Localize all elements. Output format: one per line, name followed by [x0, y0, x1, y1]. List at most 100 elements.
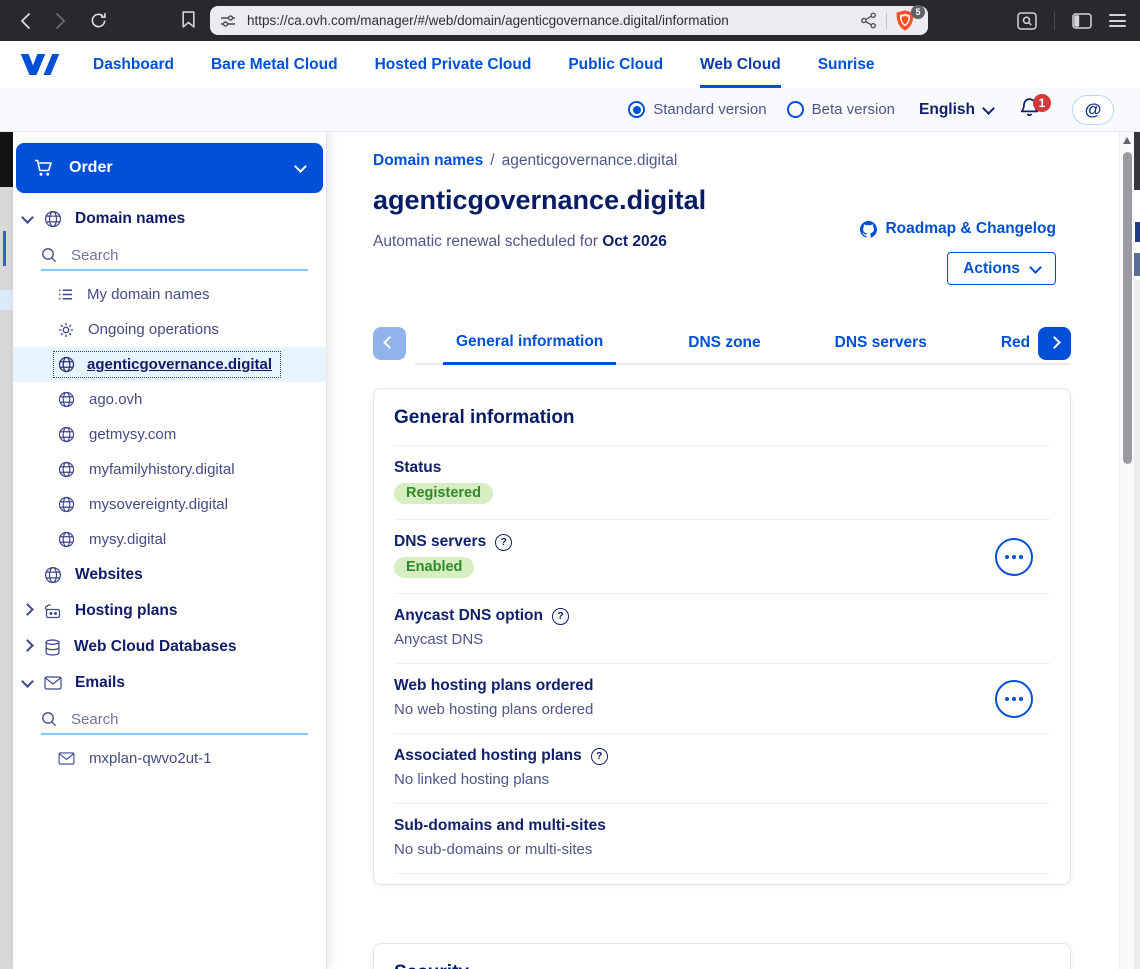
github-icon — [860, 221, 877, 238]
sidebar-item-domain-selected[interactable]: agenticgovernance.digital — [13, 347, 326, 382]
beta-version-radio[interactable]: Beta version — [787, 101, 895, 118]
envelope-icon — [58, 752, 75, 765]
address-bar[interactable]: 5 — [210, 6, 928, 35]
globe-icon — [58, 356, 75, 373]
anycast-value: Anycast DNS — [394, 631, 1050, 648]
main-content: Domain names/agenticgovernance.digital a… — [328, 132, 1120, 969]
tab-general-information[interactable]: General information — [443, 333, 616, 365]
tab-dns-zone[interactable]: DNS zone — [686, 334, 762, 365]
nav-hosted-private-cloud[interactable]: Hosted Private Cloud — [375, 56, 532, 88]
sidebar-item-domain[interactable]: ago.ovh — [13, 382, 326, 417]
scroll-up-arrow-icon[interactable] — [1123, 137, 1131, 144]
status-label: Status — [394, 459, 441, 477]
chevron-down-icon — [21, 675, 34, 688]
chevron-right-icon — [1048, 336, 1061, 349]
sidebar-section-web-cloud-databases[interactable]: Web Cloud Databases — [13, 629, 326, 665]
browser-forward-button[interactable] — [55, 13, 66, 29]
chevron-right-icon — [21, 603, 34, 616]
right-edge-dark-fragment — [1134, 132, 1140, 190]
tab-redirection[interactable]: Redirection — [999, 334, 1029, 365]
item-label: mysovereignty.digital — [89, 496, 228, 513]
actions-label: Actions — [963, 260, 1020, 278]
back-icon — [20, 13, 31, 29]
envelope-icon — [44, 676, 62, 690]
bookmark-button[interactable] — [182, 11, 195, 28]
main-scrollbar[interactable] — [1119, 132, 1134, 969]
url-input[interactable] — [245, 12, 860, 29]
tab-dns-servers[interactable]: DNS servers — [833, 334, 929, 365]
chevron-right-icon — [21, 639, 34, 652]
language-selector[interactable]: English — [919, 101, 993, 119]
help-icon[interactable]: ? — [495, 534, 512, 551]
sidebar-item-domain[interactable]: getmysy.com — [13, 417, 326, 452]
ellipsis-icon — [1005, 697, 1009, 701]
help-icon[interactable]: ? — [552, 608, 569, 625]
associated-hosting-row: Associated hosting plans ? No linked hos… — [394, 734, 1050, 804]
roadmap-changelog-link[interactable]: Roadmap & Changelog — [860, 220, 1056, 238]
version-bar: Standard version Beta version English 1 … — [0, 88, 1140, 132]
help-icon[interactable]: ? — [591, 748, 608, 765]
breadcrumb-current: agenticgovernance.digital — [502, 152, 678, 169]
standard-version-radio[interactable]: Standard version — [628, 101, 766, 118]
search-icon — [41, 711, 57, 727]
sidebar-section-hosting-plans[interactable]: Hosting plans — [13, 593, 326, 629]
search-tabs-button[interactable] — [1017, 12, 1037, 30]
site-settings-icon[interactable] — [220, 14, 236, 28]
toolbar-divider — [1054, 12, 1055, 30]
scrollbar-thumb[interactable] — [1123, 152, 1132, 464]
browser-reload-button[interactable] — [90, 12, 107, 29]
email-search-input[interactable] — [69, 710, 308, 729]
sidebar-item-my-domain-names[interactable]: My domain names — [13, 277, 326, 312]
nav-web-cloud[interactable]: Web Cloud — [700, 56, 781, 88]
right-edge-slate-fragment — [1134, 253, 1140, 276]
tabs-scroll-left-button[interactable] — [373, 327, 406, 360]
sidebar-section-emails[interactable]: Emails — [13, 665, 326, 701]
domain-search[interactable] — [41, 241, 308, 271]
forward-icon — [55, 13, 66, 29]
nav-sunrise[interactable]: Sunrise — [818, 56, 875, 88]
standard-version-label: Standard version — [653, 101, 766, 118]
ovh-manager-page: { "colors": { "accent": "#0050d7", "navy… — [0, 0, 1140, 969]
nav-dashboard[interactable]: Dashboard — [93, 56, 174, 88]
chevron-down-icon — [294, 160, 307, 173]
page-title: agenticgovernance.digital — [373, 185, 706, 216]
sidebar-toggle-button[interactable] — [1072, 13, 1092, 29]
general-information-card: General information Status Registered DN… — [373, 388, 1071, 885]
notifications-button[interactable]: 1 — [1019, 97, 1040, 123]
tabs-scroll-right-button[interactable] — [1038, 327, 1071, 360]
sidebar-section-domain-names[interactable]: Domain names — [13, 201, 326, 237]
email-search[interactable] — [41, 705, 308, 735]
web-hosting-menu-button[interactable] — [995, 680, 1033, 718]
ovh-logo[interactable] — [19, 51, 61, 83]
sidebar: Order Domain names My domain names Ongoi… — [13, 132, 327, 969]
order-button[interactable]: Order — [16, 143, 323, 193]
dns-servers-menu-button[interactable] — [995, 538, 1033, 576]
cart-icon — [34, 159, 54, 177]
item-label: agenticgovernance.digital — [87, 356, 272, 373]
sidebar-item-mxplan[interactable]: mxplan-qwvo2ut-1 — [13, 741, 326, 776]
nav-public-cloud[interactable]: Public Cloud — [568, 56, 663, 88]
help-contact-button[interactable]: @ — [1072, 95, 1114, 125]
security-card: Security — [373, 943, 1071, 969]
dns-status-badge: Enabled — [394, 557, 474, 578]
actions-button[interactable]: Actions — [947, 252, 1056, 285]
item-label: myfamilyhistory.digital — [89, 461, 235, 478]
notification-badge: 1 — [1033, 94, 1051, 112]
browser-menu-button[interactable] — [1109, 14, 1126, 27]
share-icon — [860, 12, 877, 29]
breadcrumb-domain-names-link[interactable]: Domain names — [373, 152, 483, 169]
bookmark-icon — [182, 11, 195, 28]
web-hosting-row: Web hosting plans ordered No web hosting… — [394, 664, 1050, 734]
sidebar-item-ongoing-operations[interactable]: Ongoing operations — [13, 312, 326, 347]
browser-back-button[interactable] — [20, 13, 31, 29]
domain-search-input[interactable] — [69, 246, 308, 265]
sidebar-item-domain[interactable]: myfamilyhistory.digital — [13, 452, 326, 487]
search-box-icon — [1017, 12, 1037, 30]
sidebar-item-domain[interactable]: mysy.digital — [13, 522, 326, 557]
shield-button[interactable]: 5 — [896, 10, 918, 32]
share-button[interactable] — [860, 12, 877, 29]
sidebar-section-websites[interactable]: Websites — [13, 557, 326, 593]
sidebar-item-domain[interactable]: mysovereignty.digital — [13, 487, 326, 522]
nav-bare-metal-cloud[interactable]: Bare Metal Cloud — [211, 56, 338, 88]
radio-checked-icon — [628, 101, 645, 118]
